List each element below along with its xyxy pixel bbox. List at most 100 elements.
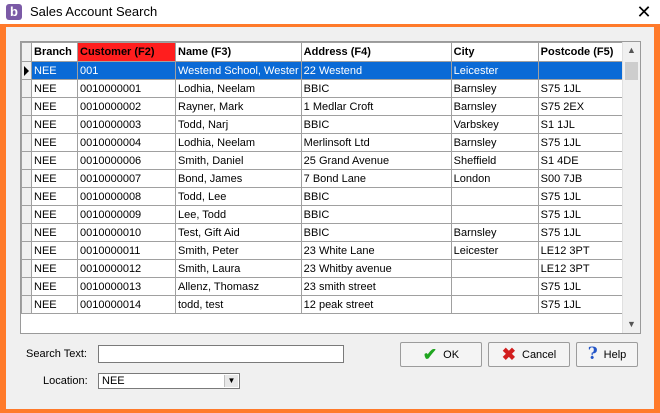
cell-city[interactable]: Varbskey xyxy=(450,115,539,134)
cell-branch[interactable]: NEE xyxy=(31,115,78,134)
cell-customer[interactable]: 0010000009 xyxy=(77,205,176,224)
cell-city[interactable] xyxy=(450,295,539,314)
table-row[interactable]: NEE 0010000006 Smith, Daniel 25 Grand Avenu… xyxy=(21,151,632,170)
cell-customer[interactable]: 001 xyxy=(77,61,176,80)
cell-name[interactable]: Smith, Laura xyxy=(175,259,302,278)
cell-address[interactable]: 25 Grand Avenue xyxy=(300,151,452,170)
col-header-name[interactable]: Name (F3) xyxy=(175,42,302,62)
cell-name[interactable]: Todd, Lee xyxy=(175,187,302,206)
cell-customer[interactable]: 0010000010 xyxy=(77,223,176,242)
table-row[interactable]: NEE 0010000011 Smith, Peter 23 White Lane Le… xyxy=(21,241,632,260)
close-icon[interactable]: ✕ xyxy=(634,2,654,22)
col-header-address[interactable]: Address (F4) xyxy=(300,42,452,62)
cell-postcode[interactable]: S75 1JL xyxy=(537,223,632,242)
cell-name[interactable]: Test, Gift Aid xyxy=(175,223,302,242)
cell-city[interactable]: Sheffield xyxy=(450,151,539,170)
cell-name[interactable]: Allenz, Thomasz xyxy=(175,277,302,296)
cell-customer[interactable]: 0010000006 xyxy=(77,151,176,170)
cell-name[interactable]: Smith, Daniel xyxy=(175,151,302,170)
cell-name[interactable]: Todd, Narj xyxy=(175,115,302,134)
cell-customer[interactable]: 0010000003 xyxy=(77,115,176,134)
table-row[interactable]: NEE 0010000001 Lodhia, Neelam BBIC Barnsley S… xyxy=(21,79,632,98)
col-header-city[interactable]: City xyxy=(450,42,539,62)
cell-postcode[interactable]: S1 4DE xyxy=(537,151,632,170)
cell-city[interactable] xyxy=(450,187,539,206)
search-input[interactable] xyxy=(98,345,344,363)
cell-name[interactable]: Lee, Todd xyxy=(175,205,302,224)
cell-city[interactable]: London xyxy=(450,169,539,188)
cell-branch[interactable]: NEE xyxy=(31,277,78,296)
col-header-customer[interactable]: Customer (F2) xyxy=(77,42,176,62)
table-row[interactable]: NEE 0010000004 Lodhia, Neelam Merlinsoft Lt… xyxy=(21,133,632,152)
cell-city[interactable]: Leicester xyxy=(450,241,539,260)
table-row[interactable]: NEE 0010000008 Todd, Lee BBIC S75 1JL xyxy=(21,187,632,206)
col-header-postcode[interactable]: Postcode (F5) xyxy=(537,42,632,62)
chevron-down-icon[interactable]: ▼ xyxy=(224,375,238,387)
cell-postcode[interactable]: S1 1JL xyxy=(537,115,632,134)
cell-branch[interactable]: NEE xyxy=(31,97,78,116)
cell-postcode[interactable]: S75 1JL xyxy=(537,79,632,98)
table-row[interactable]: NEE 0010000014 todd, test 12 peak street S75… xyxy=(21,295,632,314)
results-grid[interactable]: Branch Customer (F2) Name (F3) Address (… xyxy=(20,41,641,334)
cell-branch[interactable]: NEE xyxy=(31,169,78,188)
cell-city[interactable] xyxy=(450,259,539,278)
col-header-branch[interactable]: Branch xyxy=(31,42,78,62)
cell-name[interactable]: todd, test xyxy=(175,295,302,314)
cell-branch[interactable]: NEE xyxy=(31,241,78,260)
table-row[interactable]: NEE 0010000013 Allenz, Thomasz 23 smith str… xyxy=(21,277,632,296)
cell-city[interactable]: Barnsley xyxy=(450,223,539,242)
cell-branch[interactable]: NEE xyxy=(31,151,78,170)
cell-name[interactable]: Westend School, Wester xyxy=(175,61,302,80)
cell-postcode[interactable]: S00 7JB xyxy=(537,169,632,188)
cell-branch[interactable]: NEE xyxy=(31,259,78,278)
table-row[interactable]: NEE 0010000002 Rayner, Mark 1 Medlar Croft B… xyxy=(21,97,632,116)
cell-postcode[interactable] xyxy=(537,61,632,80)
cell-branch[interactable]: NEE xyxy=(31,187,78,206)
cell-postcode[interactable]: S75 1JL xyxy=(537,205,632,224)
cell-branch[interactable]: NEE xyxy=(31,79,78,98)
cell-address[interactable]: BBIC xyxy=(300,115,452,134)
cell-name[interactable]: Bond, James xyxy=(175,169,302,188)
table-row[interactable]: NEE 0010000009 Lee, Todd BBIC S75 1JL xyxy=(21,205,632,224)
table-row[interactable]: NEE 0010000012 Smith, Laura 23 Whitby avenu… xyxy=(21,259,632,278)
cell-customer[interactable]: 0010000014 xyxy=(77,295,176,314)
cell-city[interactable]: Barnsley xyxy=(450,97,539,116)
cell-postcode[interactable]: LE12 3PT xyxy=(537,259,632,278)
scroll-thumb[interactable] xyxy=(625,62,638,80)
cell-branch[interactable]: NEE xyxy=(31,205,78,224)
cell-address[interactable]: 23 White Lane xyxy=(300,241,452,260)
ok-button[interactable]: ✔ OK xyxy=(400,342,482,367)
cell-name[interactable]: Lodhia, Neelam xyxy=(175,79,302,98)
cell-customer[interactable]: 0010000002 xyxy=(77,97,176,116)
table-row[interactable]: NEE 0010000010 Test, Gift Aid BBIC Barnsley S… xyxy=(21,223,632,242)
cell-name[interactable]: Lodhia, Neelam xyxy=(175,133,302,152)
table-row[interactable]: NEE 0010000007 Bond, James 7 Bond Lane Londo… xyxy=(21,169,632,188)
cell-customer[interactable]: 0010000013 xyxy=(77,277,176,296)
cell-address[interactable]: 22 Westend xyxy=(300,61,452,80)
cell-postcode[interactable]: S75 1JL xyxy=(537,187,632,206)
cell-address[interactable]: 23 smith street xyxy=(300,277,452,296)
scroll-up-icon[interactable]: ▲ xyxy=(623,42,640,59)
cell-name[interactable]: Rayner, Mark xyxy=(175,97,302,116)
cell-city[interactable]: Leicester xyxy=(450,61,539,80)
cell-address[interactable]: 12 peak street xyxy=(300,295,452,314)
cell-customer[interactable]: 0010000011 xyxy=(77,241,176,260)
scroll-down-icon[interactable]: ▼ xyxy=(623,316,640,333)
cell-address[interactable]: Merlinsoft Ltd xyxy=(300,133,452,152)
table-row[interactable]: NEE 0010000003 Todd, Narj BBIC Varbskey S1 1J… xyxy=(21,115,632,134)
cell-customer[interactable]: 0010000008 xyxy=(77,187,176,206)
cell-city[interactable] xyxy=(450,277,539,296)
cell-postcode[interactable]: S75 1JL xyxy=(537,133,632,152)
cell-name[interactable]: Smith, Peter xyxy=(175,241,302,260)
cell-city[interactable]: Barnsley xyxy=(450,79,539,98)
cell-customer[interactable]: 0010000012 xyxy=(77,259,176,278)
cell-postcode[interactable]: S75 1JL xyxy=(537,295,632,314)
table-row[interactable]: NEE 001 Westend School, Wester 22 Westend Le… xyxy=(21,61,632,80)
cell-address[interactable]: BBIC xyxy=(300,187,452,206)
cell-postcode[interactable]: LE12 3PT xyxy=(537,241,632,260)
cell-city[interactable] xyxy=(450,205,539,224)
cell-address[interactable]: BBIC xyxy=(300,223,452,242)
cell-address[interactable]: 23 Whitby avenue xyxy=(300,259,452,278)
cell-customer[interactable]: 0010000001 xyxy=(77,79,176,98)
cell-customer[interactable]: 0010000007 xyxy=(77,169,176,188)
